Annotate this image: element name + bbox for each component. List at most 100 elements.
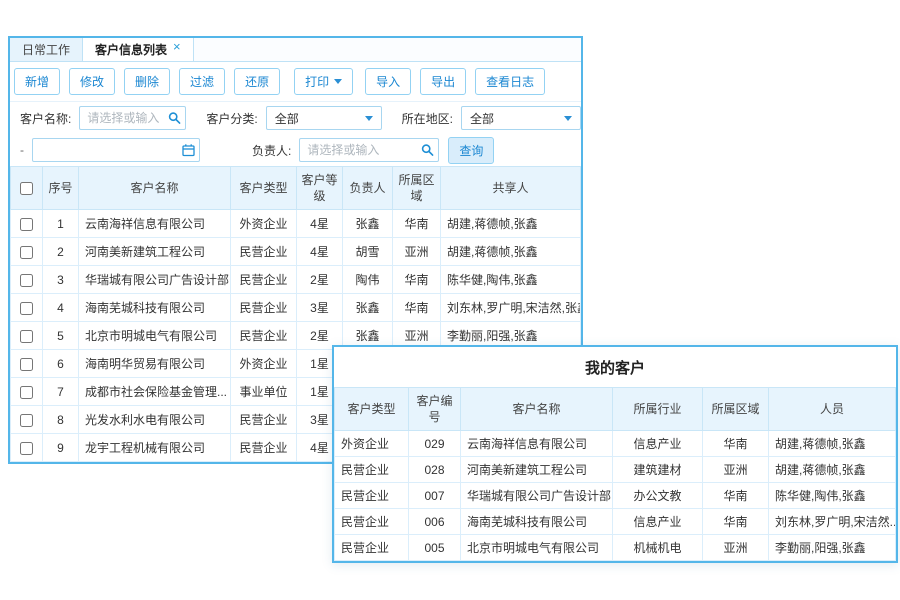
customer-name-link[interactable]: 成都市社会保险基金管理... [79, 378, 231, 406]
region-cell: 华南 [703, 431, 769, 457]
customer-type: 民营企业 [335, 535, 409, 561]
column-header: 客户编号 [409, 388, 461, 431]
customer-name-link[interactable]: 海南芜城科技有限公司 [461, 509, 613, 535]
date-input-wrap [32, 138, 200, 162]
tab-daily-work[interactable]: 日常工作 [10, 38, 83, 61]
region-select[interactable]: 全部 [461, 106, 581, 130]
restore-button[interactable]: 还原 [234, 68, 280, 95]
region-cell: 亚洲 [703, 457, 769, 483]
customer-no-link[interactable]: 005 [409, 535, 461, 561]
people-cell: 陈华健,陶伟,张鑫 [769, 483, 896, 509]
customer-type: 民营企业 [335, 457, 409, 483]
industry-cell: 建筑建材 [613, 457, 703, 483]
row-checkbox[interactable] [20, 274, 33, 287]
industry-cell: 机械机电 [613, 535, 703, 561]
filter-row-2: - 负责人: 查询 [10, 134, 581, 166]
customer-name-link[interactable]: 北京市明城电气有限公司 [461, 535, 613, 561]
print-label: 打印 [305, 73, 329, 90]
row-checkbox[interactable] [20, 330, 33, 343]
region-cell: 华南 [393, 294, 441, 322]
search-icon[interactable] [421, 144, 434, 157]
view-log-button[interactable]: 查看日志 [475, 68, 545, 95]
row-checkbox[interactable] [20, 386, 33, 399]
category-value: 全部 [275, 110, 299, 127]
row-checkbox[interactable] [20, 218, 33, 231]
row-index: 5 [43, 322, 79, 350]
export-button[interactable]: 导出 [420, 68, 466, 95]
add-button[interactable]: 新增 [14, 68, 60, 95]
table-row: 民营企业 005 北京市明城电气有限公司 机械机电 亚洲 李勤丽,阳强,张鑫 [335, 535, 896, 561]
date-input[interactable] [32, 138, 200, 162]
shared-people: 胡建,蒋德帧,张鑫 [441, 210, 581, 238]
customer-name-link[interactable]: 龙宇工程机械有限公司 [79, 434, 231, 462]
close-icon[interactable]: × [173, 40, 181, 53]
customer-name-label: 客户名称: [20, 110, 71, 127]
row-index: 1 [43, 210, 79, 238]
customer-name-link[interactable]: 海南明华贸易有限公司 [79, 350, 231, 378]
customer-type: 民营企业 [231, 322, 297, 350]
select-all-header [11, 167, 43, 210]
column-header: 客户名称 [461, 388, 613, 431]
row-checkbox[interactable] [20, 442, 33, 455]
customer-name-link[interactable]: 河南美新建筑工程公司 [461, 457, 613, 483]
region-cell: 华南 [393, 266, 441, 294]
customer-type: 民营企业 [231, 434, 297, 462]
customer-no-link[interactable]: 006 [409, 509, 461, 535]
column-header: 序号 [43, 167, 79, 210]
region-cell: 华南 [703, 483, 769, 509]
table-row: 民营企业 028 河南美新建筑工程公司 建筑建材 亚洲 胡建,蒋德帧,张鑫 [335, 457, 896, 483]
customer-name-link[interactable]: 华瑞城有限公司广告设计部 [79, 266, 231, 294]
row-checkbox[interactable] [20, 302, 33, 315]
column-header: 客户类型 [231, 167, 297, 210]
select-all-checkbox[interactable] [20, 182, 33, 195]
region-cell: 华南 [703, 509, 769, 535]
owner-input[interactable] [299, 138, 439, 162]
owner-link[interactable]: 张鑫 [343, 294, 393, 322]
customer-type: 民营企业 [335, 509, 409, 535]
people-cell: 李勤丽,阳强,张鑫 [769, 535, 896, 561]
print-button[interactable]: 打印 [294, 68, 353, 95]
owner-link[interactable]: 张鑫 [343, 210, 393, 238]
customer-level: 4星 [297, 238, 343, 266]
tabbar: 日常工作 客户信息列表 × [10, 38, 581, 62]
customer-name-link[interactable]: 云南海祥信息有限公司 [461, 431, 613, 457]
customer-type: 外资企业 [231, 350, 297, 378]
customer-name-link[interactable]: 云南海祥信息有限公司 [79, 210, 231, 238]
customer-name-link[interactable]: 北京市明城电气有限公司 [79, 322, 231, 350]
customer-type: 民营企业 [231, 294, 297, 322]
table-row: 1 云南海祥信息有限公司 外资企业 4星 张鑫 华南 胡建,蒋德帧,张鑫 [11, 210, 581, 238]
customer-name-link[interactable]: 华瑞城有限公司广告设计部 [461, 483, 613, 509]
chevron-down-icon [564, 116, 572, 121]
filter-button[interactable]: 过滤 [179, 68, 225, 95]
edit-button[interactable]: 修改 [69, 68, 115, 95]
row-checkbox[interactable] [20, 246, 33, 259]
people-cell: 刘东林,罗广明,宋洁然... [769, 509, 896, 535]
query-button[interactable]: 查询 [448, 137, 494, 164]
customer-type: 事业单位 [231, 378, 297, 406]
search-icon[interactable] [168, 112, 181, 125]
import-button[interactable]: 导入 [365, 68, 411, 95]
column-header: 所属区域 [393, 167, 441, 210]
customer-no-link[interactable]: 007 [409, 483, 461, 509]
delete-button[interactable]: 删除 [124, 68, 170, 95]
customer-name-link[interactable]: 海南芜城科技有限公司 [79, 294, 231, 322]
customer-level: 3星 [297, 294, 343, 322]
customer-type: 外资企业 [335, 431, 409, 457]
owner-link[interactable]: 陶伟 [343, 266, 393, 294]
category-label: 客户分类: [206, 110, 257, 127]
row-checkbox[interactable] [20, 358, 33, 371]
chevron-down-icon [334, 79, 342, 84]
row-index: 9 [43, 434, 79, 462]
tab-customer-list[interactable]: 客户信息列表 × [83, 38, 194, 61]
table-header-row: 序号 客户名称 客户类型 客户等级 负责人 所属区域 共享人 [11, 167, 581, 210]
category-select[interactable]: 全部 [266, 106, 382, 130]
shared-people: 陈华健,陶伟,张鑫 [441, 266, 581, 294]
owner-link[interactable]: 胡雪 [343, 238, 393, 266]
row-checkbox[interactable] [20, 414, 33, 427]
customer-no-link[interactable]: 029 [409, 431, 461, 457]
customer-name-link[interactable]: 光发水利水电有限公司 [79, 406, 231, 434]
customer-name-link[interactable]: 河南美新建筑工程公司 [79, 238, 231, 266]
tab-label: 客户信息列表 [95, 41, 167, 58]
calendar-icon[interactable] [182, 144, 195, 157]
customer-no-link[interactable]: 028 [409, 457, 461, 483]
